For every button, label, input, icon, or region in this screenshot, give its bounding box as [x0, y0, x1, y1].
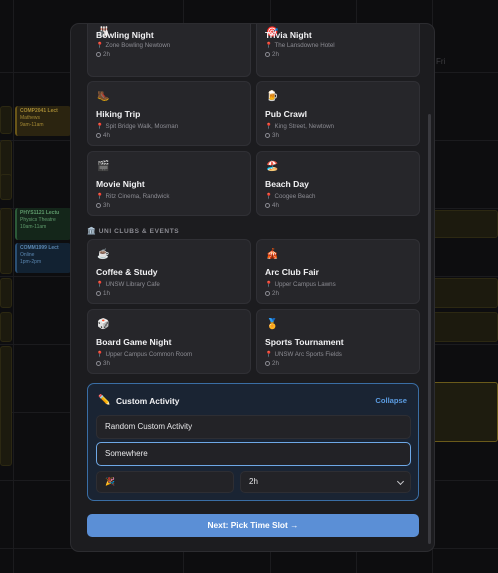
activity-name: Beach Day [265, 179, 309, 189]
beach-icon: 🏖️ [266, 161, 279, 172]
activity-location: 📍 Ritz Cinema, Randwick [96, 193, 170, 200]
pin-icon: 📍 [96, 194, 104, 200]
pencil-icon: ✏️ [98, 395, 111, 406]
pin-icon: 📍 [96, 43, 104, 49]
activity-duration: 4h [96, 132, 110, 139]
activity-card-beach-day[interactable]: 🏖️ Beach Day 📍 Coogee Beach 4h [256, 151, 420, 216]
party-popper-icon: 🎉 [105, 477, 115, 486]
activity-name: Trivia Night [265, 30, 312, 40]
dice-icon: 🎲 [97, 319, 110, 330]
activity-duration: 3h [96, 360, 110, 367]
activity-name: Arc Club Fair [265, 267, 319, 277]
calendar-event[interactable]: PHYS1121 Lectu Physics Theatre 10am-11am [15, 208, 71, 240]
activity-card-hiking-trip[interactable]: 🥾 Hiking Trip 📍 Spit Bridge Walk, Mosman … [87, 81, 251, 146]
calendar-block [0, 312, 12, 342]
modal-scrollbar[interactable] [428, 114, 431, 544]
building-icon: 🏛️ [87, 228, 97, 235]
activity-name-input[interactable]: Random Custom Activity [96, 415, 411, 439]
calendar-block [0, 208, 12, 274]
calendar-block [0, 278, 12, 308]
activity-list[interactable]: 🎳 Bowling Night 📍 Zone Bowling Newtown 2h… [71, 24, 434, 551]
activity-location: 📍 Zone Bowling Newtown [96, 42, 171, 49]
activity-card-coffee-study[interactable]: ☕ Coffee & Study 📍 UNSW Library Cafe 1h [87, 239, 251, 304]
calendar-event[interactable]: COMM1999 Lect Online 1pm-2pm [15, 243, 71, 273]
pin-icon: 📍 [96, 352, 104, 358]
activity-card-pub-crawl[interactable]: 🍺 Pub Crawl 📍 King Street, Newtown 3h [256, 81, 420, 146]
activity-card-board-game-night[interactable]: 🎲 Board Game Night 📍 Upper Campus Common … [87, 309, 251, 374]
day-header-fri: Fri [436, 57, 446, 66]
activity-duration: 2h [265, 360, 279, 367]
calendar-block [0, 174, 12, 200]
activity-duration: 2h [265, 290, 279, 297]
activity-location: 📍 UNSW Library Cafe [96, 281, 160, 288]
activity-name: Coffee & Study [96, 267, 158, 277]
custom-activity-title: Custom Activity [116, 396, 180, 406]
custom-activity-panel: ✏️ Custom Activity Collapse Random Custo… [87, 383, 419, 501]
beer-icon: 🍺 [266, 91, 279, 102]
calendar-block [0, 106, 12, 134]
coffee-icon: ☕ [97, 249, 110, 260]
pin-icon: 📍 [265, 282, 273, 288]
activity-duration: 3h [265, 132, 279, 139]
pin-icon: 📍 [265, 43, 273, 49]
clapperboard-icon: 🎬 [97, 161, 110, 172]
clock-icon [96, 360, 101, 366]
clock-icon [265, 51, 270, 57]
activity-name: Pub Crawl [265, 109, 308, 119]
activity-name: Movie Night [96, 179, 145, 189]
medal-icon: 🏅 [266, 319, 279, 330]
clock-icon [96, 132, 101, 138]
activity-name: Hiking Trip [96, 109, 141, 119]
activity-location: 📍 The Lansdowne Hotel [265, 42, 335, 49]
next-pick-time-slot-button[interactable]: Next: Pick Time Slot → [87, 514, 419, 537]
activity-duration: 2h [96, 51, 110, 58]
activity-card-trivia-night[interactable]: 🎯 Trivia Night 📍 The Lansdowne Hotel 2h [256, 24, 420, 77]
clock-icon [96, 290, 101, 296]
activity-name: Board Game Night [96, 337, 172, 347]
pin-icon: 📍 [96, 124, 104, 130]
calendar-block [0, 346, 12, 466]
activity-card-bowling-night[interactable]: 🎳 Bowling Night 📍 Zone Bowling Newtown 2h [87, 24, 251, 77]
clock-icon [265, 132, 270, 138]
activity-duration: 3h [96, 202, 110, 209]
emoji-input[interactable]: 🎉 [96, 471, 234, 493]
clock-icon [265, 202, 270, 208]
collapse-button[interactable]: Collapse [375, 396, 407, 405]
activity-location: 📍 Spit Bridge Walk, Mosman [96, 123, 179, 130]
duration-value: 2h [249, 477, 258, 486]
activity-name: Sports Tournament [265, 337, 344, 347]
duration-select[interactable]: 2h [240, 471, 411, 493]
section-heading-uni-clubs: 🏛️ UNI CLUBS & EVENTS [87, 228, 180, 235]
pin-icon: 📍 [96, 282, 104, 288]
activity-location: 📍 Upper Campus Lawns [265, 281, 336, 288]
pin-icon: 📍 [265, 194, 273, 200]
calendar-event[interactable]: COMP2041 Lect Mathews 9am-11am [15, 106, 71, 136]
clock-icon [96, 202, 101, 208]
activity-card-arc-club-fair[interactable]: 🎪 Arc Club Fair 📍 Upper Campus Lawns 2h [256, 239, 420, 304]
clock-icon [265, 290, 270, 296]
activity-location: 📍 Upper Campus Common Room [96, 351, 193, 358]
activity-name: Bowling Night [96, 30, 154, 40]
clock-icon [265, 360, 270, 366]
activity-picker-modal: 🎳 Bowling Night 📍 Zone Bowling Newtown 2h… [70, 23, 435, 552]
circus-tent-icon: 🎪 [266, 249, 279, 260]
hiking-boot-icon: 🥾 [97, 91, 110, 102]
location-input[interactable]: Somewhere [96, 442, 411, 466]
activity-duration: 1h [96, 290, 110, 297]
activity-card-movie-night[interactable]: 🎬 Movie Night 📍 Ritz Cinema, Randwick 3h [87, 151, 251, 216]
pin-icon: 📍 [265, 124, 273, 130]
pin-icon: 📍 [265, 352, 273, 358]
clock-icon [96, 51, 101, 57]
activity-location: 📍 King Street, Newtown [265, 123, 334, 130]
activity-duration: 4h [265, 202, 279, 209]
activity-location: 📍 Coogee Beach [265, 193, 316, 200]
activity-duration: 2h [265, 51, 279, 58]
activity-location: 📍 UNSW Arc Sports Fields [265, 351, 342, 358]
activity-card-sports-tournament[interactable]: 🏅 Sports Tournament 📍 UNSW Arc Sports Fie… [256, 309, 420, 374]
chevron-down-icon [396, 477, 405, 486]
